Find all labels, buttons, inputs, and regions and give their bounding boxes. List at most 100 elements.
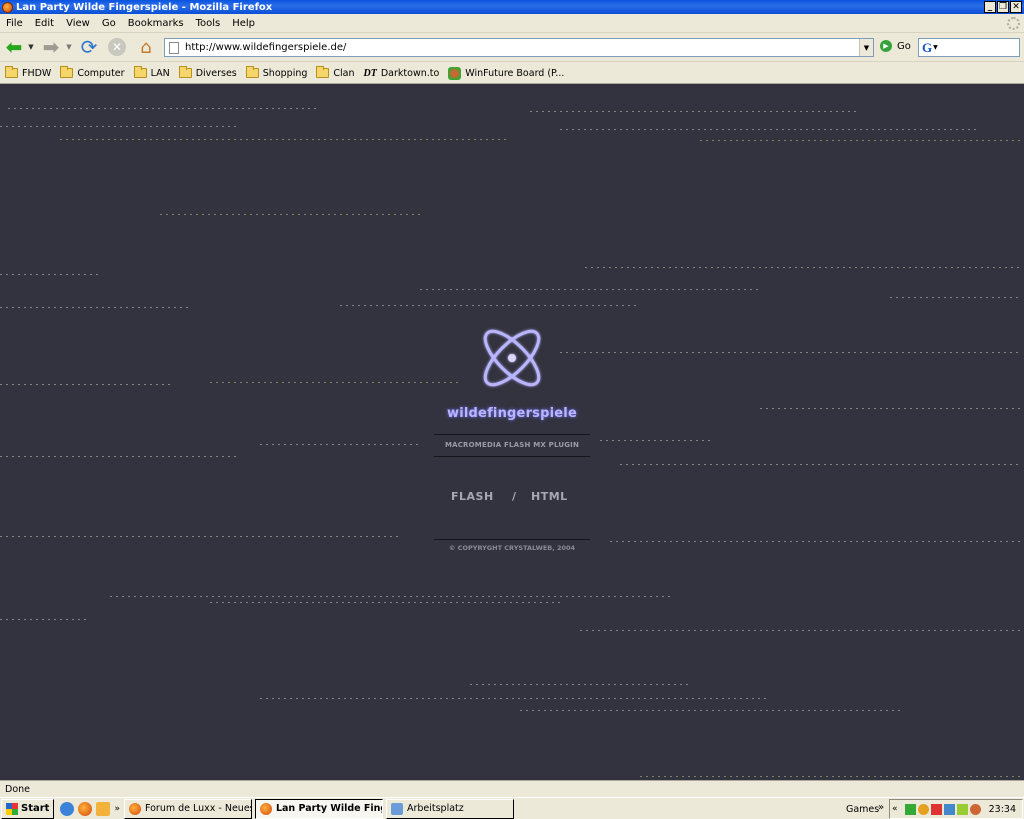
choice-separator: / — [512, 490, 517, 503]
tray-chevron-icon[interactable]: « — [892, 804, 903, 815]
decor-dots — [620, 464, 1020, 465]
bookmark-computer[interactable]: Computer — [60, 66, 125, 79]
menu-go[interactable]: Go — [102, 18, 116, 29]
go-button[interactable]: ▶ Go — [880, 40, 911, 52]
menu-view[interactable]: View — [66, 18, 90, 29]
decor-dots — [700, 140, 1020, 141]
tray-app-icon[interactable] — [918, 803, 929, 815]
address-url[interactable]: http://www.wildefingerspiele.de/ — [185, 42, 346, 53]
bookmark-diverses[interactable]: Diverses — [178, 66, 237, 79]
app-icon[interactable] — [96, 801, 111, 816]
computer-icon — [390, 802, 403, 815]
clock[interactable]: 23:34 — [989, 804, 1016, 815]
task-label: Forum de Luxx - Neues T... — [144, 803, 252, 814]
start-label: Start — [21, 803, 50, 814]
bookmark-winfuture[interactable]: WinFuture Board (P... — [448, 66, 564, 80]
menu-edit[interactable]: Edit — [35, 18, 54, 29]
bookmark-label: LAN — [150, 67, 170, 79]
quick-launch-chevron[interactable]: » — [114, 804, 120, 814]
tray-app-icon[interactable] — [944, 803, 955, 815]
system-tray: « 23:34 — [889, 799, 1023, 819]
tray-app-icon[interactable] — [957, 803, 968, 815]
arrow-left-icon: ⬅ — [5, 35, 23, 59]
bookmark-label: Darktown.to — [380, 67, 440, 79]
decor-dots — [610, 541, 1020, 542]
flash-link[interactable]: FLASH — [451, 490, 494, 503]
folder-icon — [60, 66, 74, 78]
tray-app-icon[interactable] — [905, 803, 916, 815]
menu-help[interactable]: Help — [232, 18, 255, 29]
restore-button[interactable]: ❐ — [997, 1, 1009, 13]
decor-dots — [160, 214, 420, 215]
menu-file[interactable]: File — [6, 18, 23, 29]
bookmark-label: Diverses — [195, 67, 237, 79]
window-titlebar[interactable]: Lan Party Wilde Fingerspiele - Mozilla F… — [0, 0, 1024, 14]
decor-dots — [560, 352, 1020, 353]
back-button[interactable]: ⬅ — [3, 35, 25, 59]
decor-dots — [260, 698, 770, 699]
site-name: wildefingerspiele — [447, 406, 577, 421]
google-icon[interactable]: G — [922, 40, 932, 56]
decor-dots — [530, 111, 860, 112]
firefox-icon — [259, 802, 272, 815]
decor-dots — [0, 619, 90, 620]
minimize-button[interactable]: _ — [984, 1, 996, 13]
bookmark-label: FHDW — [22, 67, 52, 79]
bookmark-fhdw[interactable]: FHDW — [5, 66, 52, 79]
decor-dots — [520, 710, 900, 711]
address-dropdown-button[interactable]: ▼ — [859, 39, 873, 56]
bookmark-clan[interactable]: Clan — [316, 66, 355, 79]
decor-dots — [0, 126, 240, 127]
bookmark-shopping[interactable]: Shopping — [245, 66, 308, 79]
home-button[interactable]: ⌂ — [135, 36, 157, 58]
task-arbeitsplatz[interactable]: Arbeitsplatz — [385, 798, 514, 819]
tray-app-icon[interactable] — [970, 803, 981, 815]
task-label: Lan Party Wilde Finge... — [275, 803, 382, 814]
html-link[interactable]: HTML — [531, 490, 568, 503]
search-input[interactable]: G ▼ — [918, 38, 1020, 57]
atom-logo-icon — [483, 329, 541, 387]
task-forum-de-luxx[interactable]: Forum de Luxx - Neues T... — [123, 798, 252, 819]
firefox-icon[interactable] — [78, 801, 93, 816]
bookmark-label: Clan — [333, 67, 355, 79]
forward-button[interactable]: ➡ — [40, 35, 62, 59]
decor-dots — [8, 108, 318, 109]
decor-dots — [640, 776, 1020, 777]
internet-explorer-icon[interactable] — [60, 801, 75, 816]
menu-tools[interactable]: Tools — [196, 18, 221, 29]
decor-dots — [420, 289, 760, 290]
bookmarks-toolbar: FHDW Computer LAN Diverses Shopping Clan… — [0, 63, 1024, 84]
close-button[interactable]: ✕ — [1010, 1, 1022, 13]
games-toolbar-chevron[interactable]: » — [878, 802, 884, 813]
bookmark-darktown[interactable]: DT Darktown.to — [364, 68, 440, 79]
page-icon — [169, 41, 179, 54]
decor-dots — [340, 305, 640, 306]
forward-history-dropdown[interactable]: ▼ — [64, 36, 74, 58]
address-bar[interactable]: http://www.wildefingerspiele.de/ ▼ — [164, 38, 874, 57]
go-label: Go — [897, 40, 911, 52]
divider — [434, 434, 590, 435]
decor-dots — [0, 456, 240, 457]
task-lan-party[interactable]: Lan Party Wilde Finge... — [254, 798, 383, 819]
triangle-down-icon: ▼ — [66, 43, 72, 51]
decor-dots — [560, 129, 980, 130]
decor-dots — [60, 139, 510, 140]
bookmark-label: Shopping — [262, 67, 308, 79]
menu-bar: File Edit View Go Bookmarks Tools Help — [0, 14, 1024, 33]
search-engine-dropdown-icon: ▼ — [933, 44, 938, 51]
window-title: Lan Party Wilde Fingerspiele - Mozilla F… — [16, 1, 273, 13]
page-content: wildefingerspiele MACROMEDIA FLASH MX PL… — [0, 84, 1024, 780]
reload-button[interactable]: ⟳ — [78, 35, 100, 59]
flash-plugin-notice: MACROMEDIA FLASH MX PLUGIN — [444, 441, 580, 449]
stop-button[interactable]: ✕ — [106, 36, 128, 58]
back-history-dropdown[interactable]: ▼ — [26, 36, 36, 58]
bookmark-lan[interactable]: LAN — [133, 66, 170, 79]
folder-icon — [245, 66, 259, 78]
start-button[interactable]: Start — [1, 798, 55, 819]
darktown-icon: DT — [363, 67, 377, 79]
menu-bookmarks[interactable]: Bookmarks — [128, 18, 184, 29]
decor-dots — [0, 536, 400, 537]
tray-app-icon[interactable] — [931, 803, 942, 815]
divider — [434, 456, 590, 457]
games-toolbar-label[interactable]: Games — [846, 804, 879, 815]
